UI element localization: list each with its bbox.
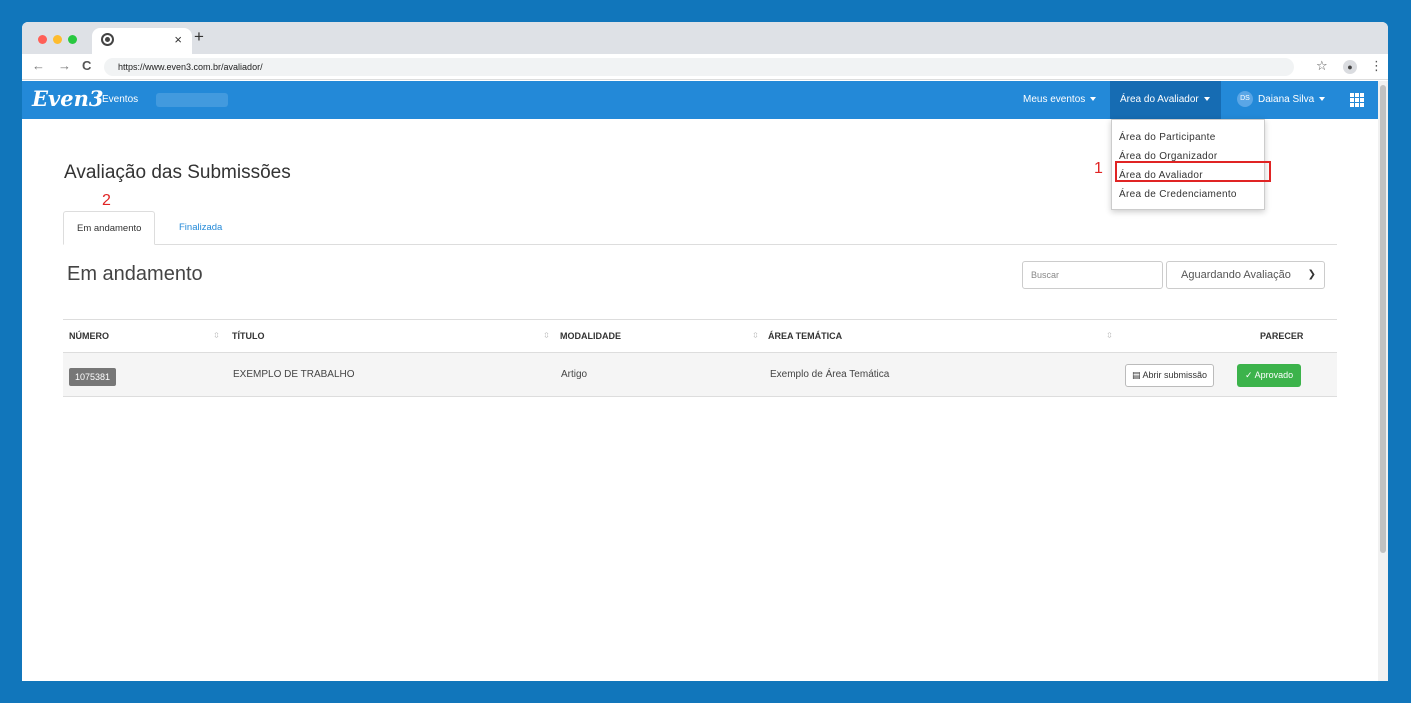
submission-modality: Artigo xyxy=(561,369,588,380)
address-bar-row: ← → C https://www.even3.com.br/avaliador… xyxy=(22,54,1388,80)
logo-subtitle: Eventos xyxy=(97,94,138,105)
caret-down-icon xyxy=(1319,97,1326,102)
sort-icon[interactable]: ⇳ xyxy=(213,320,220,352)
approved-label: Aprovado xyxy=(1254,370,1294,380)
tab-em-andamento[interactable]: Em andamento xyxy=(63,211,156,245)
table-row: 1075381 EXEMPLO DE TRABALHO Artigo Exemp… xyxy=(63,353,1337,397)
close-tab-icon[interactable]: × xyxy=(174,32,182,47)
approved-button[interactable]: ✓ Aprovado xyxy=(1237,364,1302,387)
browser-menu-icon[interactable]: ⋮ xyxy=(1370,58,1383,74)
even3-logo[interactable]: Even3 xyxy=(32,86,103,111)
profile-icon[interactable]: ● xyxy=(1343,60,1357,74)
reload-icon[interactable]: C xyxy=(82,58,91,73)
check-icon: ✓ xyxy=(1245,370,1253,380)
dropdown-item-credenciamento[interactable]: Área de Credenciamento xyxy=(1112,185,1264,204)
submission-area: Exemplo de Área Temática xyxy=(770,369,890,380)
col-modalidade[interactable]: MODALIDADE xyxy=(560,320,621,352)
submission-title: EXEMPLO DE TRABALHO xyxy=(233,369,355,380)
bookmark-star-icon[interactable]: ☆ xyxy=(1316,58,1328,74)
open-submission-label: Abrir submissão xyxy=(1142,370,1208,380)
chevron-down-icon: ❯ xyxy=(1307,269,1316,280)
sort-icon[interactable]: ⇳ xyxy=(543,320,550,352)
apps-grid-icon[interactable] xyxy=(1350,93,1364,107)
favicon-icon xyxy=(101,33,114,46)
search-input[interactable] xyxy=(1022,261,1163,289)
annotation-2: 2 xyxy=(102,192,111,209)
maximize-window-button[interactable] xyxy=(68,35,77,44)
col-numero[interactable]: NÚMERO xyxy=(69,320,109,352)
sort-icon[interactable]: ⇳ xyxy=(1106,320,1113,352)
submission-number: 1075381 xyxy=(69,368,117,386)
minimize-window-button[interactable] xyxy=(53,35,62,44)
dropdown-item-participante[interactable]: Área do Participante xyxy=(1112,128,1264,147)
open-submission-button[interactable]: ▤ Abrir submissão xyxy=(1125,364,1215,387)
page-scrollbar[interactable] xyxy=(1378,81,1388,681)
new-tab-button[interactable]: + xyxy=(194,27,204,47)
tab-strip: × + xyxy=(22,22,1388,54)
nav-user-menu[interactable]: DS Daiana Silva xyxy=(1237,81,1326,119)
app-navbar: Even3 Eventos Meus eventos Área do Avali… xyxy=(22,81,1378,119)
browser-tab[interactable]: × xyxy=(92,28,192,54)
status-filter-value: Aguardando Avaliação xyxy=(1181,269,1291,281)
browser-window: × + ← → C https://www.even3.com.br/avali… xyxy=(22,22,1388,681)
page-title: Avaliação das Submissões xyxy=(64,162,291,183)
annotation-1: 1 xyxy=(1094,160,1103,177)
url-field[interactable]: https://www.even3.com.br/avaliador/ xyxy=(104,58,1294,76)
back-icon[interactable]: ← xyxy=(32,58,45,73)
table-header: NÚMERO ⇳ TÍTULO ⇳ MODALIDADE ⇳ ÁREA TEMÁ… xyxy=(63,319,1337,353)
nav-meus-eventos[interactable]: Meus eventos xyxy=(1023,81,1104,119)
forward-icon[interactable]: → xyxy=(58,58,71,73)
document-icon: ▤ xyxy=(1132,370,1141,380)
blurred-event-name xyxy=(156,93,228,107)
nav-meus-eventos-label: Meus eventos xyxy=(1023,94,1086,105)
nav-area-avaliador-label: Área do Avaliador xyxy=(1120,94,1199,105)
submissions-table: NÚMERO ⇳ TÍTULO ⇳ MODALIDADE ⇳ ÁREA TEMÁ… xyxy=(63,319,1337,397)
nav-area-avaliador[interactable]: Área do Avaliador xyxy=(1110,81,1221,119)
status-filter-select[interactable]: Aguardando Avaliação ❯ xyxy=(1166,261,1325,289)
user-name: Daiana Silva xyxy=(1258,94,1315,105)
col-titulo[interactable]: TÍTULO xyxy=(232,320,265,352)
close-window-button[interactable] xyxy=(38,35,47,44)
col-area-tematica[interactable]: ÁREA TEMÁTICA xyxy=(768,320,842,352)
caret-down-icon xyxy=(1090,97,1097,102)
sort-icon[interactable]: ⇳ xyxy=(752,320,759,352)
submission-tabs: Em andamento Finalizada xyxy=(63,211,1337,245)
section-title: Em andamento xyxy=(67,263,203,285)
tab-finalizada[interactable]: Finalizada xyxy=(166,211,235,245)
col-parecer: PARECER xyxy=(1260,331,1304,341)
caret-down-icon xyxy=(1203,97,1210,102)
annotation-highlight-box xyxy=(1115,161,1271,182)
scrollbar-thumb[interactable] xyxy=(1380,85,1386,553)
user-avatar: DS xyxy=(1237,91,1253,108)
